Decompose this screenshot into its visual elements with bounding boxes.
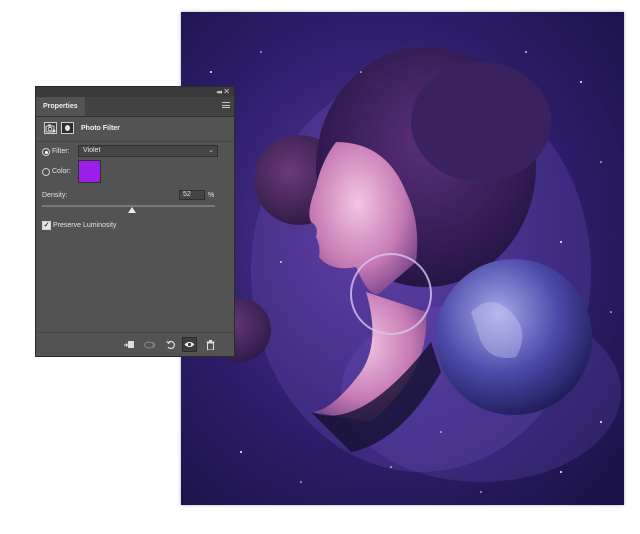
adjustment-title: Photo Filter xyxy=(81,125,120,132)
filter-dropdown[interactable]: Violet ⌄ xyxy=(78,145,218,157)
properties-panel: ◂◂ ✕ Properties Photo Filter Filter: Vio… xyxy=(35,86,235,357)
artwork-svg xyxy=(181,12,624,505)
layer-mask-icon[interactable] xyxy=(61,122,74,134)
chevron-down-icon: ⌄ xyxy=(208,147,214,154)
reset-icon[interactable] xyxy=(163,337,178,352)
color-radio[interactable] xyxy=(42,168,50,176)
color-swatch[interactable] xyxy=(78,160,101,183)
panel-tab-bar: Properties xyxy=(36,97,234,117)
panel-title-bar[interactable]: ◂◂ ✕ xyxy=(36,87,234,97)
adjustment-header: Photo Filter xyxy=(36,116,234,142)
view-previous-icon[interactable] xyxy=(142,337,157,352)
collapse-icon[interactable]: ◂◂ xyxy=(216,88,222,96)
visibility-eye-icon[interactable] xyxy=(182,337,197,352)
panel-footer xyxy=(36,332,234,357)
filter-selected-value: Violet xyxy=(83,147,101,154)
color-label: Color: xyxy=(52,168,71,175)
close-icon[interactable]: ✕ xyxy=(223,87,230,96)
tab-properties[interactable]: Properties xyxy=(36,97,85,116)
density-slider-thumb[interactable] xyxy=(127,207,136,213)
canvas-artwork[interactable] xyxy=(181,12,624,505)
density-label: Density: xyxy=(42,192,68,199)
density-unit: % xyxy=(208,192,215,199)
filter-radio[interactable] xyxy=(42,148,50,156)
filter-label: Filter: xyxy=(52,148,70,155)
density-input[interactable]: 52 xyxy=(179,190,205,200)
preserve-luminosity-label: Preserve Luminosity xyxy=(53,222,117,229)
clip-to-layer-icon[interactable] xyxy=(122,337,137,352)
photo-filter-adjustment-icon[interactable] xyxy=(44,122,57,134)
panel-menu-icon[interactable] xyxy=(222,102,230,108)
preserve-luminosity-checkbox[interactable]: ✓ xyxy=(42,221,51,230)
trash-icon[interactable] xyxy=(203,337,218,352)
